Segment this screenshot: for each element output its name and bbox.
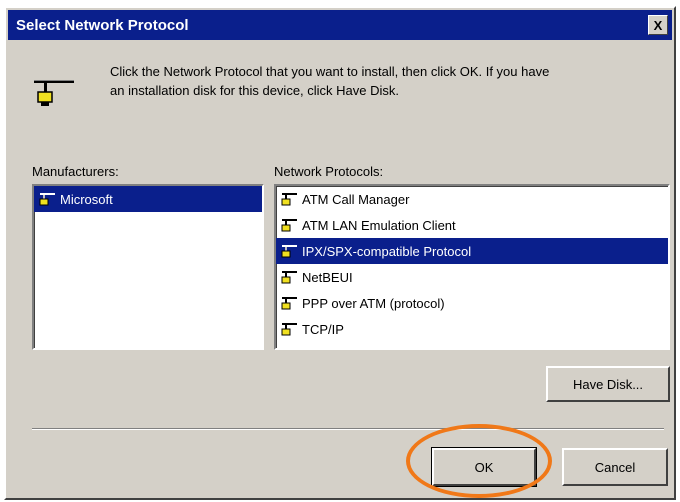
- protocol-plug-icon: [281, 193, 297, 206]
- list-item-label: NetBEUI: [302, 269, 353, 285]
- list-item-label: ATM LAN Emulation Client: [302, 217, 456, 233]
- close-icon: X: [653, 17, 663, 33]
- title-bar[interactable]: Select Network Protocol X: [8, 10, 672, 40]
- ok-button[interactable]: OK: [431, 447, 537, 487]
- manufacturers-label: Manufacturers:: [32, 164, 119, 179]
- instruction-line-2: an installation disk for this device, cl…: [110, 83, 400, 98]
- list-item[interactable]: TCP/IP: [276, 316, 668, 342]
- protocol-plug-icon: [281, 245, 297, 258]
- protocol-plug-icon: [39, 193, 55, 206]
- have-disk-button[interactable]: Have Disk...: [546, 366, 670, 402]
- list-item-label: ATM Call Manager: [302, 191, 410, 207]
- window-title: Select Network Protocol: [16, 16, 189, 34]
- list-item-label: PPP over ATM (protocol): [302, 295, 445, 311]
- instruction-line-1: Click the Network Protocol that you want…: [110, 64, 550, 79]
- protocol-plug-icon: [281, 219, 297, 232]
- list-item[interactable]: PPP over ATM (protocol): [276, 290, 668, 316]
- list-item[interactable]: ATM LAN Emulation Client: [276, 212, 668, 238]
- separator: [32, 428, 664, 430]
- network-protocol-icon: [34, 80, 74, 106]
- list-item-label: TCP/IP: [302, 321, 344, 337]
- network-protocols-label: Network Protocols:: [274, 164, 384, 179]
- manufacturers-list[interactable]: Microsoft: [32, 184, 264, 350]
- select-network-protocol-dialog: Select Network Protocol X Click the Netw…: [4, 6, 676, 500]
- list-item[interactable]: Microsoft: [34, 186, 262, 212]
- list-item[interactable]: ATM Call Manager: [276, 186, 668, 212]
- list-item-label: Microsoft: [60, 191, 113, 207]
- list-item[interactable]: IPX/SPX-compatible Protocol: [276, 238, 668, 264]
- close-button[interactable]: X: [648, 15, 668, 35]
- protocol-plug-icon: [281, 323, 297, 336]
- network-protocols-list[interactable]: ATM Call Manager ATM LAN Emulation Clien…: [274, 184, 670, 350]
- protocol-plug-icon: [281, 297, 297, 310]
- list-item-label: IPX/SPX-compatible Protocol: [302, 243, 472, 259]
- protocol-plug-icon: [281, 271, 297, 284]
- cancel-button[interactable]: Cancel: [562, 448, 668, 486]
- instruction-text: Click the Network Protocol that you want…: [110, 62, 670, 100]
- list-item[interactable]: NetBEUI: [276, 264, 668, 290]
